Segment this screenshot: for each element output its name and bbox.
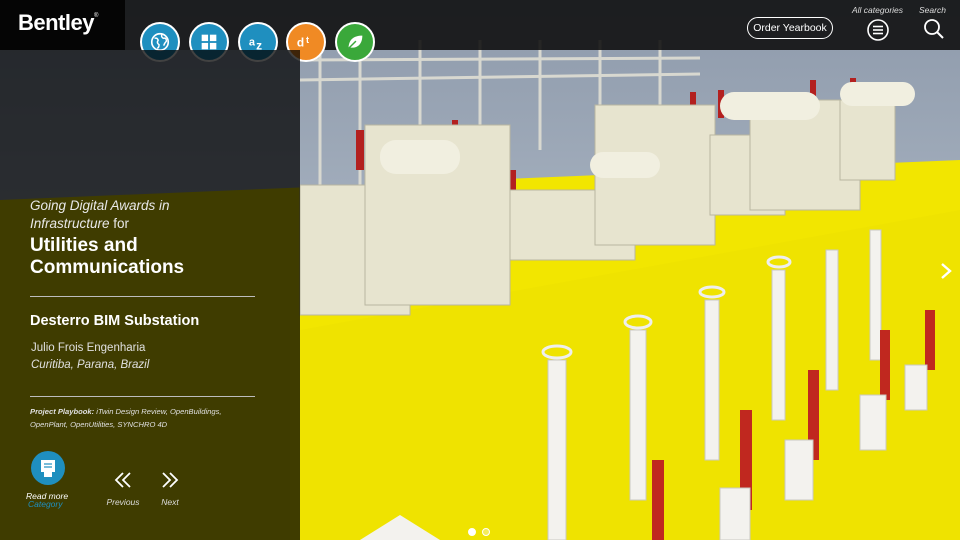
project-playbook: Project Playbook: iTwin Design Review, O… [30,407,222,429]
double-chevron-left-icon [114,472,131,488]
search-icon[interactable] [922,17,946,41]
project-location: Curitiba, Parana, Brazil [31,359,150,371]
search-label: Search [919,5,946,15]
read-more-label: Read more [26,491,69,501]
all-categories-label: All categories [852,5,904,15]
project-title: Desterro BIM Substation [30,313,200,329]
slide-dot-1[interactable] [468,528,476,536]
divider-top [30,296,255,297]
next-slide-arrow-icon[interactable] [938,262,954,280]
divider-bottom [30,396,255,397]
category-title: Utilities and Communications [30,235,185,278]
read-more-button[interactable]: Category Read more [26,451,72,509]
leaf-icon[interactable] [335,22,375,62]
award-line-1: Going Digital Awards in [30,198,170,213]
menu-icon[interactable] [866,18,890,42]
award-line-2: Infrastructure for [30,216,130,231]
previous-button[interactable]: Previous [103,470,143,510]
svg-text:t: t [306,35,309,45]
slide-dot-2[interactable] [482,528,490,536]
next-button[interactable]: Next [150,470,190,510]
book-icon [31,451,65,485]
next-label: Next [161,497,179,507]
previous-label: Previous [106,497,140,507]
organization-name: Julio Frois Engenharia [31,342,146,354]
double-chevron-right-icon [162,472,179,488]
svg-text:d: d [297,36,304,50]
slide-indicator [468,528,490,536]
logo-block: Bentley® [0,0,125,50]
order-yearbook-button[interactable]: Order Yearbook [747,17,833,39]
svg-text:a: a [249,37,256,49]
bentley-logo[interactable]: Bentley® [18,10,98,36]
